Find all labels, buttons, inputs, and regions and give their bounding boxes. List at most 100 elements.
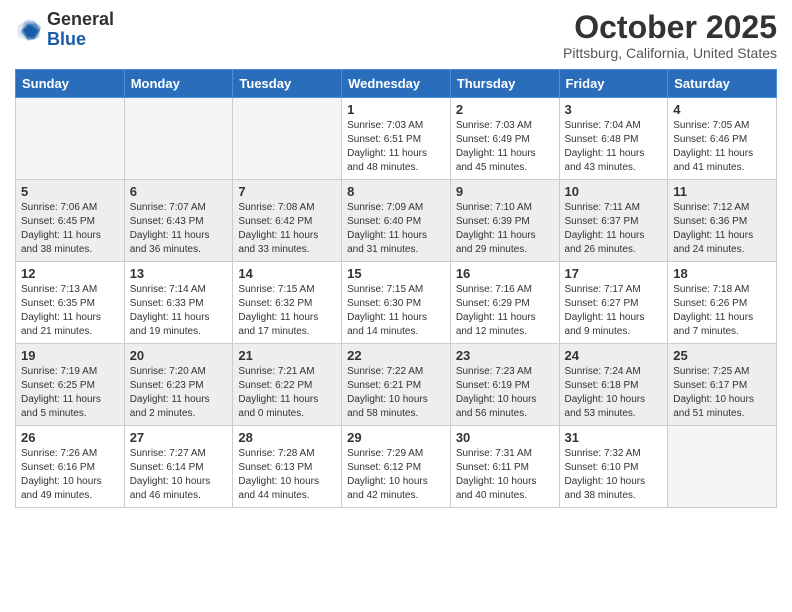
- table-row: 10 Sunrise: 7:11 AM Sunset: 6:37 PM Dayli…: [559, 180, 668, 262]
- day-info: Sunrise: 7:23 AM Sunset: 6:19 PM Dayligh…: [456, 366, 537, 419]
- calendar-week-row: 12 Sunrise: 7:13 AM Sunset: 6:35 PM Dayli…: [16, 262, 777, 344]
- day-number: 12: [21, 266, 119, 281]
- day-info: Sunrise: 7:28 AM Sunset: 6:13 PM Dayligh…: [238, 448, 319, 501]
- table-row: [233, 98, 342, 180]
- day-number: 7: [238, 184, 336, 199]
- table-row: 11 Sunrise: 7:12 AM Sunset: 6:36 PM Dayli…: [668, 180, 777, 262]
- day-number: 1: [347, 102, 445, 117]
- day-number: 8: [347, 184, 445, 199]
- logo-blue-text: Blue: [47, 30, 114, 50]
- calendar-week-row: 1 Sunrise: 7:03 AM Sunset: 6:51 PM Daylig…: [16, 98, 777, 180]
- day-info: Sunrise: 7:13 AM Sunset: 6:35 PM Dayligh…: [21, 284, 101, 337]
- day-number: 30: [456, 430, 554, 445]
- table-row: 17Sunrise: 7:17 AM Sunset: 6:27 PM Dayli…: [559, 262, 668, 344]
- calendar-week-row: 19 Sunrise: 7:19 AM Sunset: 6:25 PM Dayli…: [16, 344, 777, 426]
- table-row: 8Sunrise: 7:09 AM Sunset: 6:40 PM Daylig…: [342, 180, 451, 262]
- day-info: Sunrise: 7:08 AM Sunset: 6:42 PM Dayligh…: [238, 202, 318, 255]
- day-number: 21: [238, 348, 336, 363]
- day-info: Sunrise: 7:29 AM Sunset: 6:12 PM Dayligh…: [347, 448, 428, 501]
- day-number: 4: [673, 102, 771, 117]
- table-row: 5 Sunrise: 7:06 AM Sunset: 6:45 PM Daylig…: [16, 180, 125, 262]
- day-number: 11: [673, 184, 771, 199]
- title-block: October 2025 Pittsburg, California, Unit…: [563, 10, 777, 61]
- table-row: 18Sunrise: 7:18 AM Sunset: 6:26 PM Dayli…: [668, 262, 777, 344]
- table-row: 26 Sunrise: 7:26 AM Sunset: 6:16 PM Dayli…: [16, 426, 125, 508]
- col-wednesday: Wednesday: [342, 70, 451, 98]
- day-info: Sunrise: 7:16 AM Sunset: 6:29 PM Dayligh…: [456, 284, 536, 337]
- day-info: Sunrise: 7:10 AM Sunset: 6:39 PM Dayligh…: [456, 202, 536, 255]
- table-row: [124, 98, 233, 180]
- day-number: 26: [21, 430, 119, 445]
- day-info: Sunrise: 7:11 AM Sunset: 6:37 PM Dayligh…: [565, 202, 645, 255]
- table-row: 24 Sunrise: 7:24 AM Sunset: 6:18 PM Dayli…: [559, 344, 668, 426]
- day-number: 14: [238, 266, 336, 281]
- day-info: Sunrise: 7:19 AM Sunset: 6:25 PM Dayligh…: [21, 366, 101, 419]
- header: General Blue October 2025 Pittsburg, Cal…: [15, 10, 777, 61]
- col-saturday: Saturday: [668, 70, 777, 98]
- day-info: Sunrise: 7:27 AM Sunset: 6:14 PM Dayligh…: [130, 448, 211, 501]
- day-number: 23: [456, 348, 554, 363]
- day-info: Sunrise: 7:25 AM Sunset: 6:17 PM Dayligh…: [673, 366, 754, 419]
- day-number: 24: [565, 348, 663, 363]
- day-info: Sunrise: 7:15 AM Sunset: 6:32 PM Dayligh…: [238, 284, 318, 337]
- day-number: 27: [130, 430, 228, 445]
- day-info: Sunrise: 7:24 AM Sunset: 6:18 PM Dayligh…: [565, 366, 646, 419]
- table-row: 4 Sunrise: 7:05 AM Sunset: 6:46 PM Daylig…: [668, 98, 777, 180]
- table-row: 3Sunrise: 7:04 AM Sunset: 6:48 PM Daylig…: [559, 98, 668, 180]
- table-row: 25 Sunrise: 7:25 AM Sunset: 6:17 PM Dayli…: [668, 344, 777, 426]
- day-info: Sunrise: 7:15 AM Sunset: 6:30 PM Dayligh…: [347, 284, 427, 337]
- day-info: Sunrise: 7:32 AM Sunset: 6:10 PM Dayligh…: [565, 448, 646, 501]
- col-thursday: Thursday: [450, 70, 559, 98]
- calendar-week-row: 26 Sunrise: 7:26 AM Sunset: 6:16 PM Dayli…: [16, 426, 777, 508]
- day-info: Sunrise: 7:06 AM Sunset: 6:45 PM Dayligh…: [21, 202, 101, 255]
- table-row: 15Sunrise: 7:15 AM Sunset: 6:30 PM Dayli…: [342, 262, 451, 344]
- table-row: [16, 98, 125, 180]
- logo-icon: [15, 16, 43, 44]
- page: General Blue October 2025 Pittsburg, Cal…: [0, 0, 792, 612]
- calendar-subtitle: Pittsburg, California, United States: [563, 45, 777, 61]
- day-info: Sunrise: 7:03 AM Sunset: 6:51 PM Dayligh…: [347, 120, 427, 173]
- table-row: 20 Sunrise: 7:20 AM Sunset: 6:23 PM Dayli…: [124, 344, 233, 426]
- table-row: 14 Sunrise: 7:15 AM Sunset: 6:32 PM Dayli…: [233, 262, 342, 344]
- logo-general-text: General: [47, 10, 114, 30]
- col-sunday: Sunday: [16, 70, 125, 98]
- day-number: 5: [21, 184, 119, 199]
- day-number: 3: [565, 102, 663, 117]
- col-tuesday: Tuesday: [233, 70, 342, 98]
- day-number: 20: [130, 348, 228, 363]
- day-info: Sunrise: 7:12 AM Sunset: 6:36 PM Dayligh…: [673, 202, 753, 255]
- day-number: 13: [130, 266, 228, 281]
- day-info: Sunrise: 7:20 AM Sunset: 6:23 PM Dayligh…: [130, 366, 210, 419]
- table-row: 9 Sunrise: 7:10 AM Sunset: 6:39 PM Daylig…: [450, 180, 559, 262]
- day-info: Sunrise: 7:21 AM Sunset: 6:22 PM Dayligh…: [238, 366, 318, 419]
- day-number: 16: [456, 266, 554, 281]
- day-info: Sunrise: 7:17 AM Sunset: 6:27 PM Dayligh…: [565, 284, 645, 337]
- table-row: 29Sunrise: 7:29 AM Sunset: 6:12 PM Dayli…: [342, 426, 451, 508]
- calendar-header-row: Sunday Monday Tuesday Wednesday Thursday…: [16, 70, 777, 98]
- table-row: [668, 426, 777, 508]
- table-row: 23 Sunrise: 7:23 AM Sunset: 6:19 PM Dayli…: [450, 344, 559, 426]
- table-row: 7 Sunrise: 7:08 AM Sunset: 6:42 PM Daylig…: [233, 180, 342, 262]
- day-info: Sunrise: 7:07 AM Sunset: 6:43 PM Dayligh…: [130, 202, 210, 255]
- day-number: 31: [565, 430, 663, 445]
- calendar-title: October 2025: [563, 10, 777, 45]
- day-info: Sunrise: 7:05 AM Sunset: 6:46 PM Dayligh…: [673, 120, 753, 173]
- logo-text: General Blue: [47, 10, 114, 50]
- day-number: 25: [673, 348, 771, 363]
- col-friday: Friday: [559, 70, 668, 98]
- table-row: 30 Sunrise: 7:31 AM Sunset: 6:11 PM Dayli…: [450, 426, 559, 508]
- calendar-table: Sunday Monday Tuesday Wednesday Thursday…: [15, 69, 777, 508]
- day-number: 6: [130, 184, 228, 199]
- day-number: 10: [565, 184, 663, 199]
- table-row: 21 Sunrise: 7:21 AM Sunset: 6:22 PM Dayli…: [233, 344, 342, 426]
- day-info: Sunrise: 7:18 AM Sunset: 6:26 PM Dayligh…: [673, 284, 753, 337]
- day-info: Sunrise: 7:31 AM Sunset: 6:11 PM Dayligh…: [456, 448, 537, 501]
- day-number: 9: [456, 184, 554, 199]
- day-number: 19: [21, 348, 119, 363]
- table-row: 31 Sunrise: 7:32 AM Sunset: 6:10 PM Dayli…: [559, 426, 668, 508]
- table-row: 1 Sunrise: 7:03 AM Sunset: 6:51 PM Daylig…: [342, 98, 451, 180]
- calendar-week-row: 5 Sunrise: 7:06 AM Sunset: 6:45 PM Daylig…: [16, 180, 777, 262]
- day-number: 22: [347, 348, 445, 363]
- table-row: 27 Sunrise: 7:27 AM Sunset: 6:14 PM Dayli…: [124, 426, 233, 508]
- day-info: Sunrise: 7:26 AM Sunset: 6:16 PM Dayligh…: [21, 448, 102, 501]
